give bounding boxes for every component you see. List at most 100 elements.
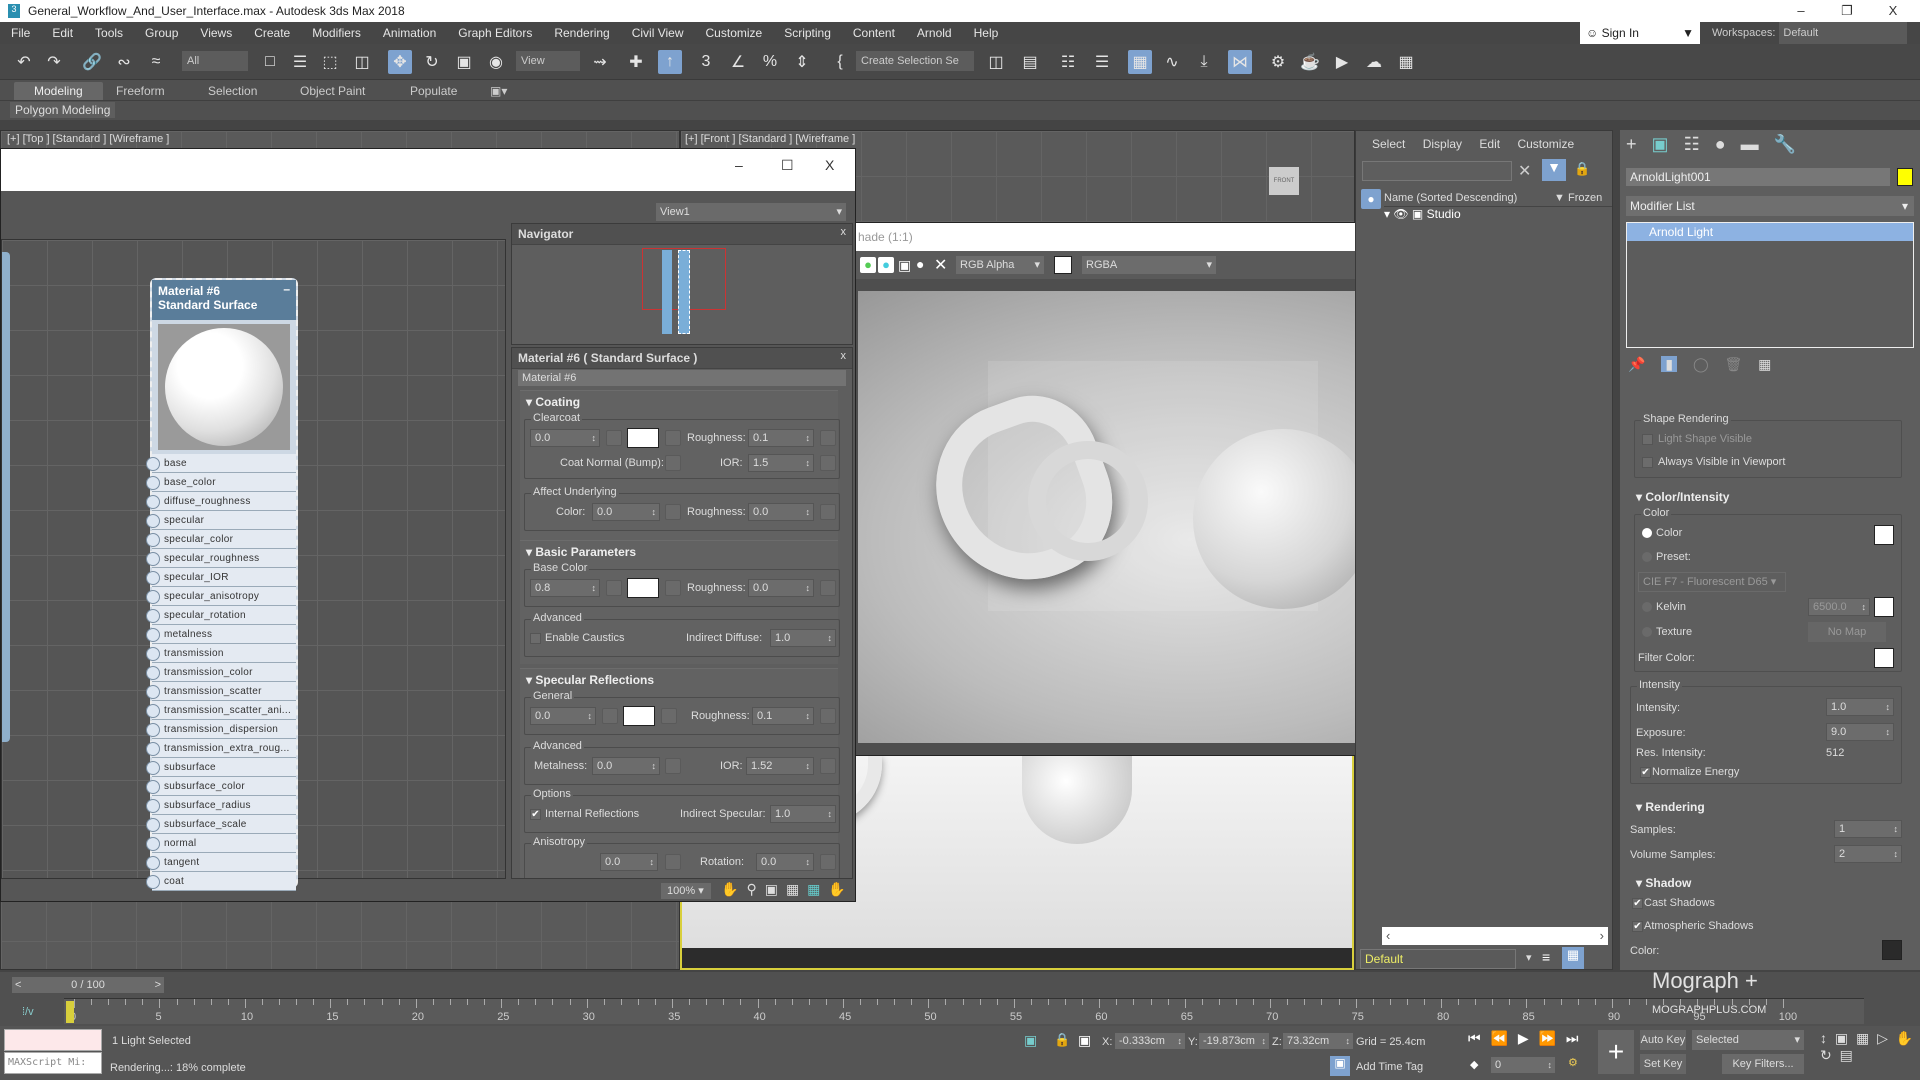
node-slot[interactable]: specular_color	[146, 530, 296, 549]
y-coordinate-field[interactable]: -19.873cm	[1198, 1032, 1270, 1050]
remove-modifier-icon[interactable]: 🗑	[1725, 356, 1743, 372]
coat-ior-map-button[interactable]	[820, 455, 836, 471]
node-view[interactable]: Material #6 Standard Surface – base base_…	[1, 239, 506, 891]
specular-spinner[interactable]: 0.0	[530, 707, 596, 725]
texture-radio[interactable]	[1642, 627, 1652, 637]
affect-color-map-button[interactable]	[665, 504, 681, 520]
view-dropdown[interactable]: View1 ▾	[656, 203, 846, 221]
normalize-energy-checkbox[interactable]: ✔	[1640, 767, 1651, 778]
intensity-spinner[interactable]: 1.0	[1826, 698, 1894, 716]
select-object-icon[interactable]: □	[258, 50, 282, 74]
tab-modeling[interactable]: Modeling	[14, 82, 103, 100]
zoom-extents-icon[interactable]: ▦	[1856, 1030, 1869, 1046]
layer-explorer-icon[interactable]: ☰	[1090, 50, 1114, 74]
menu-scripting[interactable]: Scripting	[773, 22, 842, 44]
node-slot[interactable]: transmission	[146, 644, 296, 663]
key-mode-icon[interactable]: ◆	[1470, 1058, 1478, 1071]
menu-create[interactable]: Create	[243, 22, 301, 44]
mirror-icon[interactable]: ◫	[984, 50, 1008, 74]
monochrome-icon[interactable]: ●	[916, 256, 924, 272]
clear-icon[interactable]: ✕	[934, 255, 947, 275]
explorer-column-header[interactable]: Name (Sorted Descending) ▼ Frozen	[1384, 189, 1612, 207]
reference-coordinate-dropdown[interactable]: View	[516, 51, 580, 71]
viewport-label-top[interactable]: [+] [Top ] [Standard ] [Wireframe ]	[7, 133, 169, 145]
column-name[interactable]: Name (Sorted Descending)	[1384, 192, 1517, 204]
anisotropy-map-button[interactable]	[665, 854, 681, 870]
time-tag-icon[interactable]: ▣	[1330, 1056, 1350, 1076]
sign-in-button[interactable]: ☺ Sign In ▼	[1580, 22, 1700, 44]
menu-customize[interactable]: Customize	[695, 22, 774, 44]
node-slot[interactable]: coat	[146, 872, 296, 891]
tab-selection[interactable]: Selection	[208, 82, 257, 100]
no-map-button[interactable]: No Map	[1808, 622, 1886, 642]
select-by-name-icon[interactable]: ☰	[288, 50, 312, 74]
affect-color-spinner[interactable]: 0.0	[592, 503, 660, 521]
indirect-diffuse-spinner[interactable]: 1.0	[770, 629, 836, 647]
display-tab-icon[interactable]: ▬	[1741, 134, 1759, 154]
link-icon[interactable]: 🔗	[80, 50, 104, 74]
explorer-menu-display[interactable]: Display	[1423, 137, 1462, 151]
menu-modifiers[interactable]: Modifiers	[301, 22, 372, 44]
cast-shadows-checkbox[interactable]: ✔	[1632, 898, 1643, 909]
specular-roughness-map-button[interactable]	[820, 708, 836, 724]
volume-samples-spinner[interactable]: 2	[1834, 845, 1902, 863]
rect-selection-icon[interactable]: ⬚	[318, 50, 342, 74]
atmospheric-shadows-checkbox[interactable]: ✔	[1632, 921, 1643, 932]
node-slot[interactable]: tangent	[146, 853, 296, 872]
zoom-viewport-icon[interactable]: ↕	[1820, 1030, 1827, 1046]
time-configuration-icon[interactable]: ⚙	[1568, 1056, 1578, 1069]
tab-populate[interactable]: Populate	[410, 82, 457, 100]
pivot-icon[interactable]: ⇝	[588, 50, 612, 74]
color-radio[interactable]	[1642, 528, 1652, 538]
render-setup-icon[interactable]: ⚙	[1266, 50, 1290, 74]
base-color-swatch[interactable]	[627, 578, 659, 598]
open-render-view-icon[interactable]: ▦	[1394, 50, 1418, 74]
diffuse-roughness-map-button[interactable]	[820, 580, 836, 596]
filter-icon[interactable]: ▼	[1542, 159, 1566, 181]
specular-color-swatch[interactable]	[623, 706, 655, 726]
menu-file[interactable]: File	[0, 22, 41, 44]
lock-icon[interactable]: 🔒	[1574, 161, 1590, 177]
metalness-spinner[interactable]: 0.0	[592, 757, 660, 775]
specular-map-button[interactable]	[602, 708, 618, 724]
next-frame-icon[interactable]: ⏩	[1539, 1030, 1556, 1046]
material-name-field[interactable]: Material #6	[518, 370, 846, 386]
clearcoat-map-button[interactable]	[606, 430, 622, 446]
menu-group[interactable]: Group	[134, 22, 189, 44]
time-ruler[interactable]: 0510152025303540455055606570758085909510…	[64, 998, 1864, 1024]
light-color-swatch[interactable]	[1874, 525, 1894, 545]
specular-roughness-spinner[interactable]: 0.1	[752, 707, 814, 725]
selection-lock-icon[interactable]: 🔒	[1054, 1032, 1070, 1048]
base-map-button[interactable]	[606, 580, 622, 596]
pan-icon[interactable]: ✋	[721, 881, 746, 897]
metalness-map-button[interactable]	[665, 758, 681, 774]
unlink-icon[interactable]: ∾	[112, 50, 136, 74]
set-key-big-button[interactable]: +	[1598, 1030, 1634, 1074]
coat-roughness-map-button[interactable]	[820, 430, 836, 446]
utilities-tab-icon[interactable]: 🔧	[1774, 134, 1796, 154]
node-slot[interactable]: metalness	[146, 625, 296, 644]
z-coordinate-field[interactable]: 73.32cm	[1282, 1032, 1354, 1050]
channel-dropdown[interactable]: RGB Alpha ▾	[956, 256, 1044, 274]
node-slot[interactable]: subsurface_radius	[146, 796, 296, 815]
prev-frame-icon[interactable]: <	[12, 977, 21, 993]
indirect-specular-spinner[interactable]: 1.0	[770, 805, 836, 823]
node-slot[interactable]: subsurface	[146, 758, 296, 777]
zoom-icon[interactable]: ⚲	[746, 881, 764, 897]
slate-maximize-button[interactable]: ☐	[781, 157, 794, 174]
bind-space-warp-icon[interactable]: ≈	[144, 50, 168, 74]
explorer-menu-edit[interactable]: Edit	[1479, 137, 1500, 151]
isolate-selection-icon[interactable]: ▣	[1024, 1032, 1037, 1049]
zoom-region-icon[interactable]: ▣	[765, 881, 786, 897]
time-slider[interactable]: <0 / 100 >	[12, 977, 164, 993]
tab-freeform[interactable]: Freeform	[116, 82, 165, 100]
material-node[interactable]: Material #6 Standard Surface – base base_…	[146, 278, 298, 891]
create-tab-icon[interactable]: +	[1626, 134, 1637, 154]
move-icon[interactable]: ✥	[388, 50, 412, 74]
rollout-header-color-intensity[interactable]: ▾ Color/Intensity	[1630, 486, 1735, 506]
maxscript-mini-input[interactable]: MAXScript Mi:	[4, 1052, 102, 1074]
menu-edit[interactable]: Edit	[41, 22, 84, 44]
clearcoat-spinner[interactable]: 0.0	[530, 429, 600, 447]
params-close-button[interactable]: x	[841, 350, 847, 362]
chevron-down-icon[interactable]: ▾	[1526, 951, 1532, 964]
